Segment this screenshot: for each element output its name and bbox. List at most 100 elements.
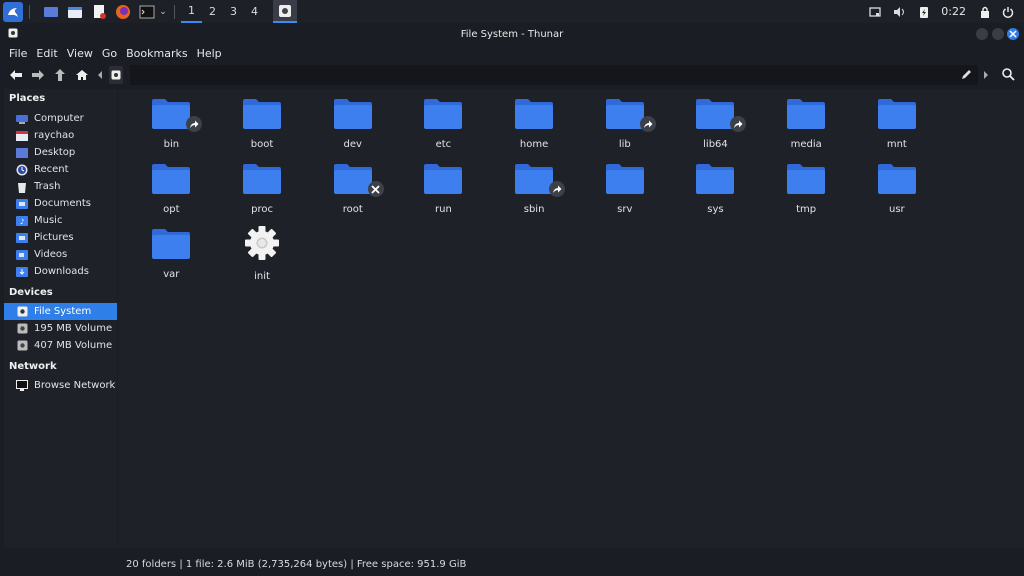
taskbar-thunar-window[interactable] xyxy=(273,0,297,23)
edit-pencil-icon[interactable] xyxy=(961,69,972,80)
file-item-label: init xyxy=(254,271,270,282)
screen-icon[interactable] xyxy=(869,6,881,18)
sidebar-item-trash[interactable]: Trash xyxy=(4,178,117,195)
sidebar-item-file-system[interactable]: File System xyxy=(4,303,117,320)
menu-go[interactable]: Go xyxy=(102,47,117,60)
file-item-sbin[interactable]: sbin xyxy=(489,162,580,227)
documents-folder-icon xyxy=(16,198,28,209)
desktop-icon xyxy=(16,147,28,158)
sidebar-item-desktop[interactable]: Desktop xyxy=(4,144,117,161)
folder-icon xyxy=(424,164,463,194)
sidebar-heading-places: Places xyxy=(9,93,46,104)
firefox-launcher[interactable] xyxy=(114,3,132,21)
file-item-opt[interactable]: opt xyxy=(126,162,217,227)
search-icon[interactable] xyxy=(1002,68,1015,81)
terminal-launcher[interactable] xyxy=(138,3,156,21)
path-bar[interactable] xyxy=(130,65,978,85)
file-item-var[interactable]: var xyxy=(126,227,217,292)
workspace-1[interactable]: 1 xyxy=(181,0,202,23)
file-item-init[interactable]: init xyxy=(217,226,308,292)
file-item-label: lib xyxy=(618,139,631,150)
status-text: 20 folders | 1 file: 2.6 MiB (2,735,264 … xyxy=(126,558,467,570)
workspace-2[interactable]: 2 xyxy=(202,0,223,23)
file-item-label: home xyxy=(519,139,549,150)
sidebar-item-computer[interactable]: Computer xyxy=(4,110,117,127)
file-item-srv[interactable]: srv xyxy=(579,162,670,227)
text-editor-launcher[interactable] xyxy=(90,3,108,21)
window-titlebar[interactable]: File System - Thunar xyxy=(0,23,1024,45)
home-button[interactable] xyxy=(73,66,91,84)
sidebar-item-music[interactable]: ♪ Music xyxy=(4,212,117,229)
file-item-root[interactable]: root xyxy=(307,162,398,227)
sidebar-item-browse-network[interactable]: Browse Network xyxy=(4,377,117,394)
maximize-button[interactable] xyxy=(992,28,1004,40)
sidebar-item-raychao[interactable]: raychao xyxy=(4,127,117,144)
path-root-button[interactable] xyxy=(109,66,123,84)
folder-icon xyxy=(243,99,282,129)
file-item-lib64[interactable]: lib64 xyxy=(670,97,761,162)
file-manager-launcher[interactable] xyxy=(66,3,84,21)
sidebar-item-pictures[interactable]: Pictures xyxy=(4,229,117,246)
file-item-tmp[interactable]: tmp xyxy=(761,162,852,227)
menu-edit[interactable]: Edit xyxy=(36,47,57,60)
file-item-home[interactable]: home xyxy=(489,97,580,162)
folder-icon xyxy=(877,164,916,194)
chevron-right-icon[interactable] xyxy=(984,71,989,79)
arrow-left-icon xyxy=(10,70,22,80)
file-item-label: dev xyxy=(343,139,362,150)
file-item-label: mnt xyxy=(886,139,907,150)
sidebar-item-videos[interactable]: Videos xyxy=(4,246,117,263)
sidebar-item-label: Trash xyxy=(34,181,61,192)
workspace-3[interactable]: 3 xyxy=(223,0,244,23)
file-item-label: tmp xyxy=(796,204,817,215)
volume-icon[interactable] xyxy=(893,6,907,18)
folder-icon xyxy=(152,164,191,194)
menu-bookmarks[interactable]: Bookmarks xyxy=(126,47,187,60)
menu-file[interactable]: File xyxy=(9,47,27,60)
file-view[interactable]: bin boot dev etc home lib lib64 media mnt opt proc… xyxy=(118,89,1024,548)
close-icon xyxy=(1009,30,1017,38)
sidebar-item-195mb-volume[interactable]: 195 MB Volume xyxy=(4,320,117,337)
file-item-dev[interactable]: dev xyxy=(307,97,398,162)
path-left-button[interactable] xyxy=(95,66,105,84)
chevron-left-icon xyxy=(98,71,102,79)
chevron-down-icon[interactable]: ⌄ xyxy=(158,3,168,21)
sidebar-item-407mb-volume[interactable]: 407 MB Volume xyxy=(4,337,117,354)
file-item-etc[interactable]: etc xyxy=(398,97,489,162)
sidebar-item-label: Documents xyxy=(34,198,92,209)
file-item-label: sys xyxy=(707,204,724,215)
menu-view[interactable]: View xyxy=(67,47,93,60)
file-item-mnt[interactable]: mnt xyxy=(852,97,943,162)
file-item-media[interactable]: media xyxy=(761,97,852,162)
minimize-button[interactable] xyxy=(976,28,988,40)
sidebar-item-recent[interactable]: Recent xyxy=(4,161,117,178)
clock[interactable]: 0:22 xyxy=(941,5,966,18)
menu-help[interactable]: Help xyxy=(197,47,222,60)
show-desktop-button[interactable] xyxy=(42,3,60,21)
file-item-label: root xyxy=(342,204,363,215)
drive-icon xyxy=(8,28,18,38)
file-item-boot[interactable]: boot xyxy=(217,97,308,162)
power-icon[interactable] xyxy=(1002,6,1014,18)
folder-icon xyxy=(333,164,384,197)
lock-icon[interactable] xyxy=(980,6,990,18)
close-button[interactable] xyxy=(1007,28,1019,40)
app-menu-button[interactable] xyxy=(3,1,23,22)
file-item-sys[interactable]: sys xyxy=(670,162,761,227)
sidebar-item-downloads[interactable]: Downloads xyxy=(4,263,117,280)
sidebar-item-documents[interactable]: Documents xyxy=(4,195,117,212)
workspace-4[interactable]: 4 xyxy=(244,0,265,23)
file-item-bin[interactable]: bin xyxy=(126,97,217,162)
file-item-run[interactable]: run xyxy=(398,162,489,227)
folder-icon xyxy=(696,164,735,194)
up-button[interactable] xyxy=(51,66,69,84)
file-item-lib[interactable]: lib xyxy=(579,97,670,162)
file-item-usr[interactable]: usr xyxy=(852,162,943,227)
sidebar-item-label: raychao xyxy=(34,130,75,141)
firefox-icon xyxy=(116,4,130,19)
forward-button[interactable] xyxy=(29,66,47,84)
file-item-label: bin xyxy=(163,139,180,150)
file-item-proc[interactable]: proc xyxy=(217,162,308,227)
back-button[interactable] xyxy=(7,66,25,84)
battery-charging-icon[interactable] xyxy=(919,5,929,19)
